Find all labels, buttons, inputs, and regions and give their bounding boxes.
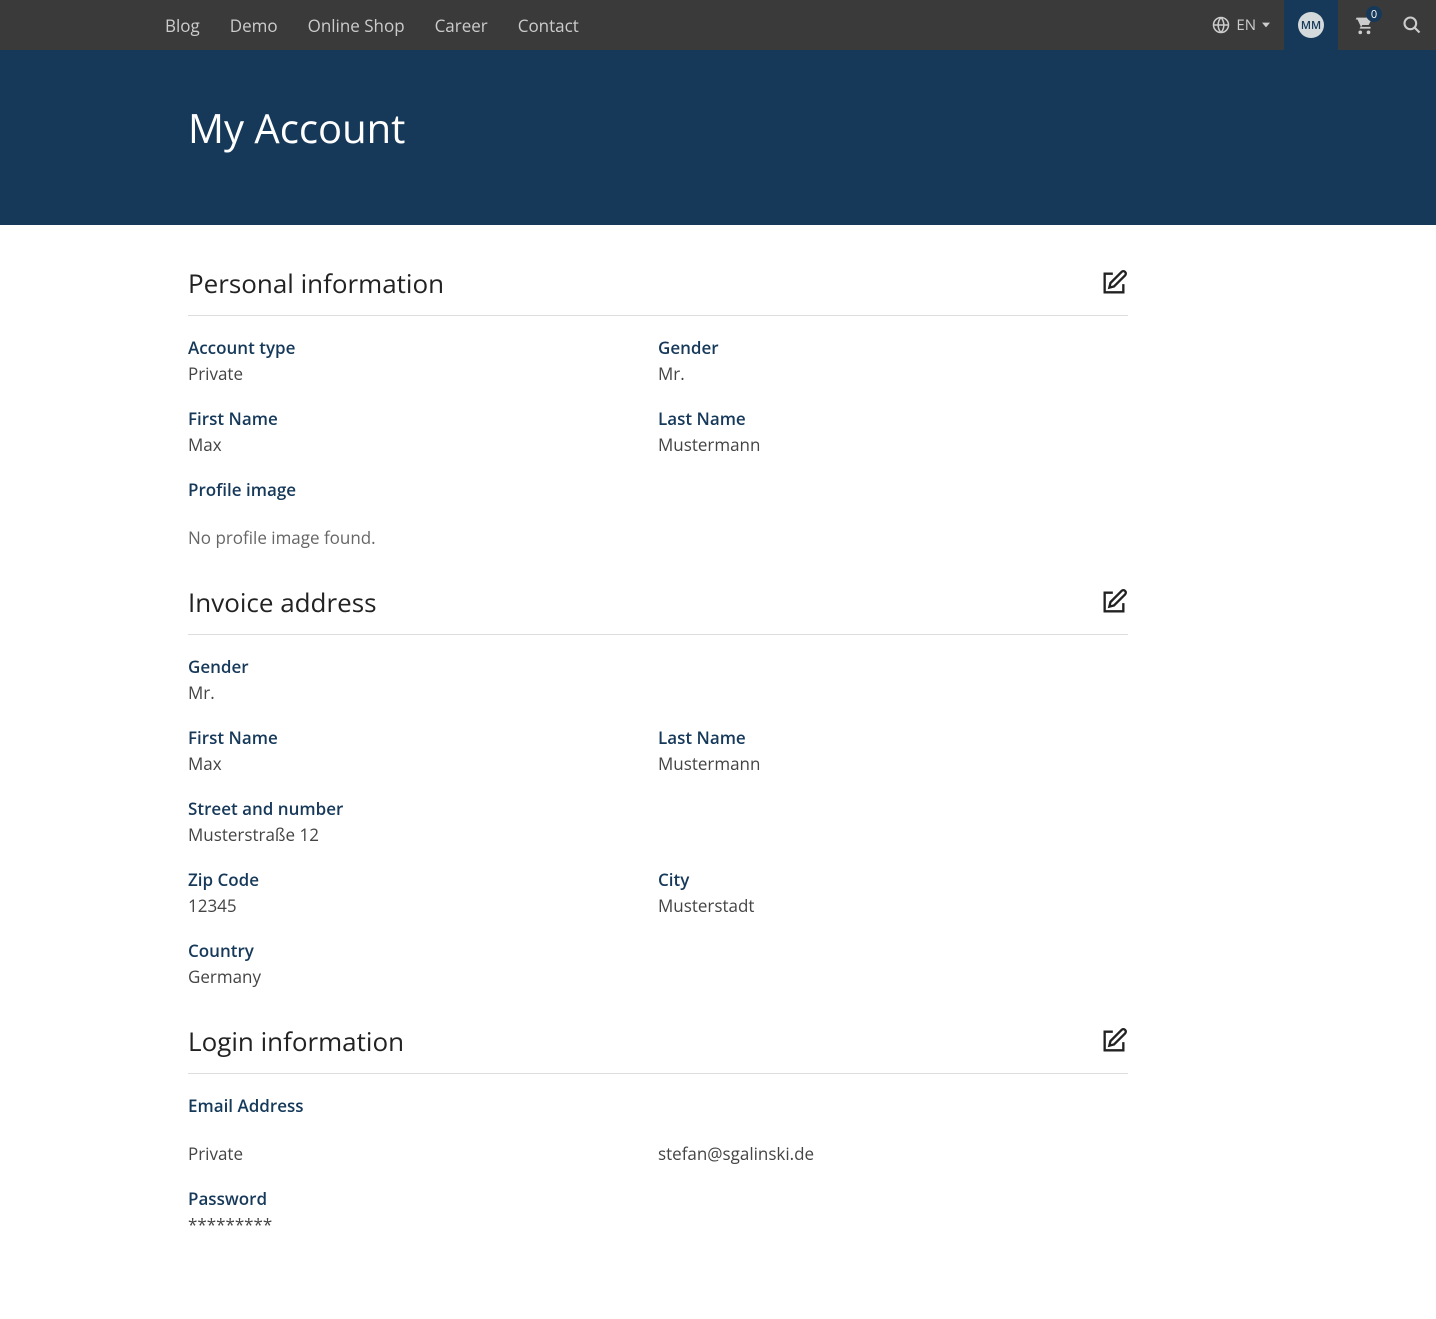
- value-account-type: Private: [188, 362, 658, 385]
- label-account-type: Account type: [188, 336, 658, 359]
- navbar: Blog Demo Online Shop Career Contact EN …: [0, 0, 1436, 50]
- section-title-invoice: Invoice address: [188, 584, 376, 620]
- value-country: Germany: [188, 965, 658, 988]
- section-invoice-address: Invoice address Gender Mr.: [188, 584, 1128, 988]
- cart-button[interactable]: 0: [1338, 0, 1388, 50]
- nav-right: EN MM 0: [1198, 0, 1436, 50]
- label-email: Email Address: [188, 1094, 658, 1117]
- nav-link-blog[interactable]: Blog: [150, 0, 215, 50]
- page-title: My Account: [188, 100, 1248, 155]
- value-gender: Mr.: [658, 362, 1128, 385]
- edit-icon: [1100, 1027, 1128, 1055]
- value-invoice-last-name: Mustermann: [658, 752, 1128, 775]
- avatar-initials: MM: [1298, 12, 1324, 38]
- label-last-name: Last Name: [658, 407, 1128, 430]
- language-switcher[interactable]: EN: [1198, 0, 1284, 50]
- page-hero: My Account: [0, 50, 1436, 225]
- section-personal-information: Personal information Account type Privat…: [188, 265, 1128, 549]
- globe-icon: [1212, 16, 1230, 34]
- label-zip: Zip Code: [188, 868, 658, 891]
- value-email: stefan@sgalinski.de: [658, 1142, 1128, 1165]
- value-city: Musterstadt: [658, 894, 1128, 917]
- value-zip: 12345: [188, 894, 658, 917]
- edit-invoice-button[interactable]: [1100, 588, 1128, 616]
- edit-icon: [1100, 588, 1128, 616]
- nav-left: Blog Demo Online Shop Career Contact: [150, 0, 594, 50]
- label-invoice-last-name: Last Name: [658, 726, 1128, 749]
- nav-link-contact[interactable]: Contact: [503, 0, 594, 50]
- edit-icon: [1100, 269, 1128, 297]
- nav-link-career[interactable]: Career: [420, 0, 503, 50]
- label-first-name: First Name: [188, 407, 658, 430]
- label-invoice-first-name: First Name: [188, 726, 658, 749]
- section-title-personal: Personal information: [188, 265, 444, 301]
- value-email-type: Private: [188, 1142, 658, 1165]
- value-password-masked: *********: [188, 1213, 658, 1236]
- value-street: Musterstraße 12: [188, 823, 658, 846]
- label-password: Password: [188, 1187, 658, 1210]
- edit-login-button[interactable]: [1100, 1027, 1128, 1055]
- label-profile-image: Profile image: [188, 478, 1128, 501]
- value-last-name: Mustermann: [658, 433, 1128, 456]
- value-invoice-first-name: Max: [188, 752, 658, 775]
- label-street: Street and number: [188, 797, 658, 820]
- label-gender: Gender: [658, 336, 1128, 359]
- profile-image-empty-msg: No profile image found.: [188, 526, 1128, 549]
- caret-down-icon: [1262, 21, 1270, 29]
- value-invoice-gender: Mr.: [188, 681, 658, 704]
- label-invoice-gender: Gender: [188, 655, 658, 678]
- nav-link-demo[interactable]: Demo: [215, 0, 293, 50]
- label-country: Country: [188, 939, 658, 962]
- nav-link-online-shop[interactable]: Online Shop: [293, 0, 420, 50]
- cart-count-badge: 0: [1366, 6, 1382, 22]
- value-first-name: Max: [188, 433, 658, 456]
- section-login-information: Login information Email Address Pri: [188, 1023, 1128, 1236]
- search-icon: [1402, 15, 1422, 35]
- account-avatar[interactable]: MM: [1284, 0, 1338, 50]
- search-button[interactable]: [1388, 0, 1436, 50]
- language-label: EN: [1236, 15, 1256, 35]
- label-city: City: [658, 868, 1128, 891]
- edit-personal-button[interactable]: [1100, 269, 1128, 297]
- section-title-login: Login information: [188, 1023, 404, 1059]
